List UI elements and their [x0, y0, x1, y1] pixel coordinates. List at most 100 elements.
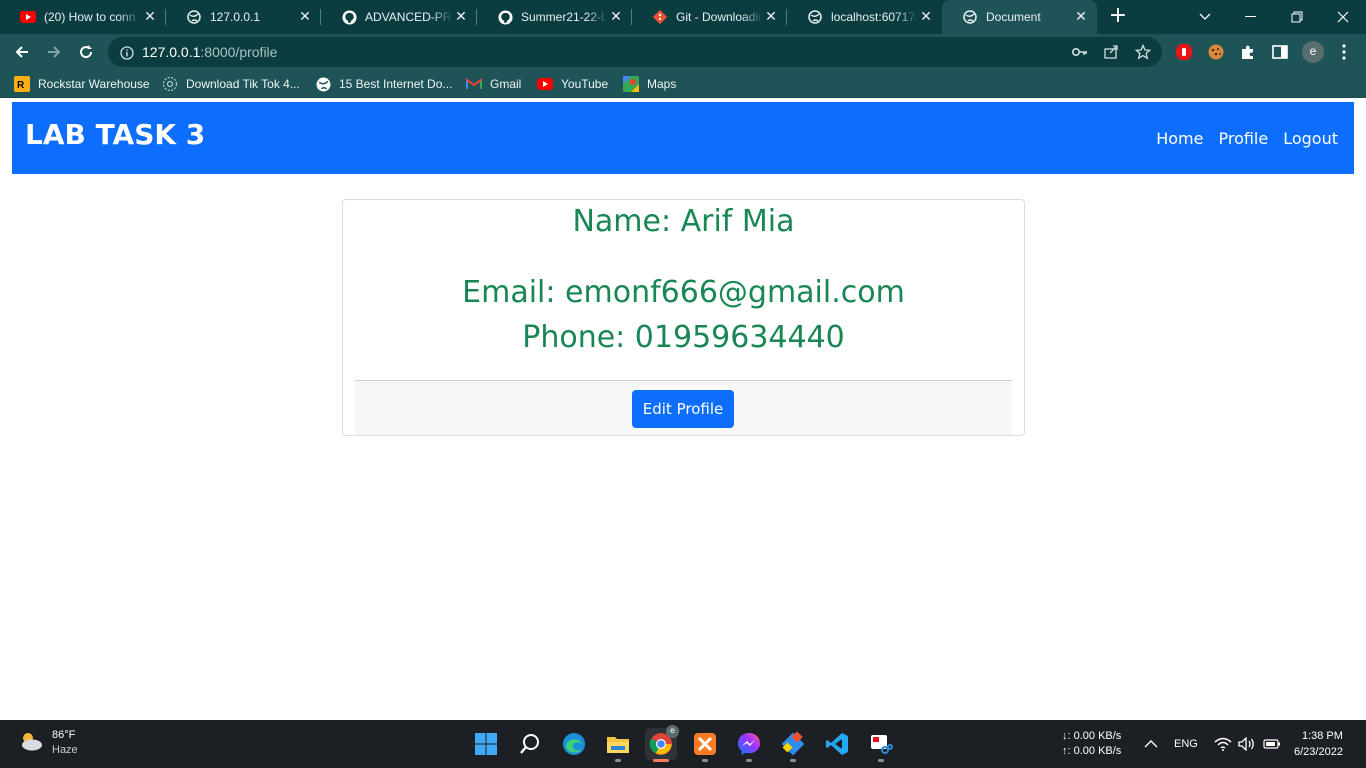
side-panel-icon[interactable]: [1270, 42, 1290, 62]
site-info-icon[interactable]: [120, 45, 134, 64]
tab-github-summer[interactable]: Summer21-22-La ✕: [477, 0, 632, 34]
globe-dotted-icon: [162, 76, 178, 92]
close-tab-icon[interactable]: ✕: [453, 9, 469, 25]
windows-taskbar: 86°F Haze e ↓: 0.00 KB/s ↑: 0.00 KB/s EN…: [0, 720, 1366, 768]
key-icon[interactable]: [1072, 44, 1088, 60]
bookmark-star-icon[interactable]: [1135, 44, 1151, 60]
bookmark-label: Maps: [647, 77, 677, 91]
page-viewport: LAB TASK 3 Home Profile Logout Name: Ari…: [0, 98, 1366, 720]
globe-icon: [315, 76, 331, 92]
extensions-puzzle-icon[interactable]: [1238, 42, 1258, 62]
forward-icon[interactable]: [42, 40, 66, 64]
youtube-icon: [537, 76, 553, 92]
close-tab-icon[interactable]: ✕: [918, 9, 934, 25]
address-bar[interactable]: 127.0.0.1:8000/profile: [108, 37, 1162, 67]
edge-browser-icon[interactable]: [558, 728, 590, 760]
bookmark-label: Download Tik Tok 4...: [186, 77, 300, 91]
github-icon: [497, 9, 513, 25]
tab-localhost[interactable]: 127.0.0.1 ✕: [166, 0, 321, 34]
tab-label: Document: [986, 10, 1041, 24]
bookmark-tiktok[interactable]: Download Tik Tok 4...: [162, 75, 300, 93]
show-hidden-icons-chevron-icon[interactable]: [1144, 720, 1158, 768]
gmail-icon: [466, 76, 482, 92]
bookmark-rockstar[interactable]: R Rockstar Warehouse: [14, 75, 150, 93]
maps-icon: [623, 76, 639, 92]
reload-icon[interactable]: [74, 40, 98, 64]
sourcetree-git-icon[interactable]: [777, 728, 809, 762]
svg-text:R: R: [17, 80, 25, 91]
tab-document[interactable]: Document ✕: [942, 0, 1097, 34]
wifi-icon[interactable]: [1214, 720, 1232, 768]
snipping-tool-icon[interactable]: [865, 728, 897, 762]
volume-icon[interactable]: [1238, 720, 1256, 768]
minimize-button[interactable]: [1228, 0, 1274, 34]
close-tab-icon[interactable]: ✕: [297, 9, 313, 25]
chrome-profile-badge: e: [666, 725, 679, 738]
profile-phone: Phone: 01959634440: [522, 320, 845, 355]
cookie-extension-icon[interactable]: [1206, 42, 1226, 62]
globe-icon: [807, 9, 823, 25]
close-tab-icon[interactable]: ✕: [142, 9, 158, 25]
bookmark-label: Gmail: [490, 77, 522, 91]
net-down-speed: ↓: 0.00 KB/s: [1062, 730, 1122, 742]
profile-avatar[interactable]: e: [1302, 41, 1324, 63]
start-windows-icon[interactable]: [470, 728, 502, 760]
nav-link-home[interactable]: Home: [1156, 129, 1203, 148]
browser-toolbar: 127.0.0.1:8000/profile e: [0, 34, 1366, 70]
rockstar-icon: R: [14, 76, 30, 92]
file-explorer-icon[interactable]: [602, 728, 634, 762]
bookmark-label: 15 Best Internet Do...: [339, 77, 453, 91]
bookmark-youtube[interactable]: YouTube: [537, 75, 608, 93]
tab-git-download[interactable]: Git - Downloadin ✕: [632, 0, 787, 34]
adblock-extension-icon[interactable]: [1174, 42, 1194, 62]
tab-label: Git - Downloadin: [676, 10, 763, 24]
edit-profile-button[interactable]: Edit Profile: [632, 390, 734, 428]
bookmark-internet[interactable]: 15 Best Internet Do...: [315, 75, 452, 93]
bookmark-label: Rockstar Warehouse: [38, 77, 150, 91]
net-up-speed: ↑: 0.00 KB/s: [1062, 745, 1122, 757]
weather-temp: 86°F: [52, 729, 76, 741]
globe-icon: [962, 9, 978, 25]
tab-label: 127.0.0.1: [210, 10, 261, 24]
clock-time: 1:38 PM: [1301, 730, 1343, 742]
tab-label: Summer21-22-La: [521, 10, 608, 24]
git-icon: [652, 9, 668, 25]
tab-search-chevron-icon[interactable]: [1182, 0, 1228, 34]
menu-kebab-icon[interactable]: [1334, 42, 1354, 62]
card-footer: Edit Profile: [355, 380, 1012, 435]
search-icon[interactable]: [514, 728, 546, 760]
language-indicator[interactable]: ENG: [1174, 720, 1198, 768]
github-icon: [341, 9, 357, 25]
close-window-button[interactable]: [1320, 0, 1366, 34]
clock-date: 6/23/2022: [1294, 746, 1343, 758]
network-speed: ↓: 0.00 KB/s ↑: 0.00 KB/s: [1062, 720, 1121, 768]
nav-link-profile[interactable]: Profile: [1218, 129, 1268, 148]
chrome-icon[interactable]: e: [645, 725, 679, 762]
url-text[interactable]: 127.0.0.1:8000/profile: [142, 44, 277, 60]
xampp-icon[interactable]: [689, 728, 721, 762]
bookmarks-bar: R Rockstar Warehouse Download Tik Tok 4.…: [0, 70, 1366, 98]
weather-widget[interactable]: 86°F Haze: [18, 728, 78, 758]
share-icon[interactable]: [1103, 44, 1119, 60]
messenger-icon[interactable]: [733, 728, 765, 762]
new-tab-button[interactable]: +: [1106, 5, 1130, 29]
tab-localhost-60717[interactable]: localhost:60717/ ✕: [787, 0, 942, 34]
back-icon[interactable]: [10, 40, 34, 64]
close-tab-icon[interactable]: ✕: [1073, 9, 1089, 25]
brand-title[interactable]: LAB TASK 3: [25, 118, 205, 151]
profile-email: Email: emonf666@gmail.com: [462, 275, 905, 310]
battery-icon[interactable]: [1263, 720, 1281, 768]
close-tab-icon[interactable]: ✕: [763, 9, 779, 25]
bookmark-gmail[interactable]: Gmail: [466, 75, 521, 93]
tab-youtube[interactable]: (20) How to conn ✕: [0, 0, 166, 34]
close-tab-icon[interactable]: ✕: [608, 9, 624, 25]
tab-label: localhost:60717/: [831, 10, 918, 24]
tab-github-advanced[interactable]: ADVANCED-PRO ✕: [321, 0, 477, 34]
site-navbar: LAB TASK 3 Home Profile Logout: [12, 102, 1354, 174]
nav-link-logout[interactable]: Logout: [1283, 129, 1338, 148]
clock[interactable]: 1:38 PM 6/23/2022: [1294, 720, 1343, 768]
bookmark-maps[interactable]: Maps: [623, 75, 676, 93]
partly-cloudy-icon: [18, 730, 44, 757]
restore-button[interactable]: [1274, 0, 1320, 34]
vscode-icon[interactable]: [821, 728, 853, 760]
